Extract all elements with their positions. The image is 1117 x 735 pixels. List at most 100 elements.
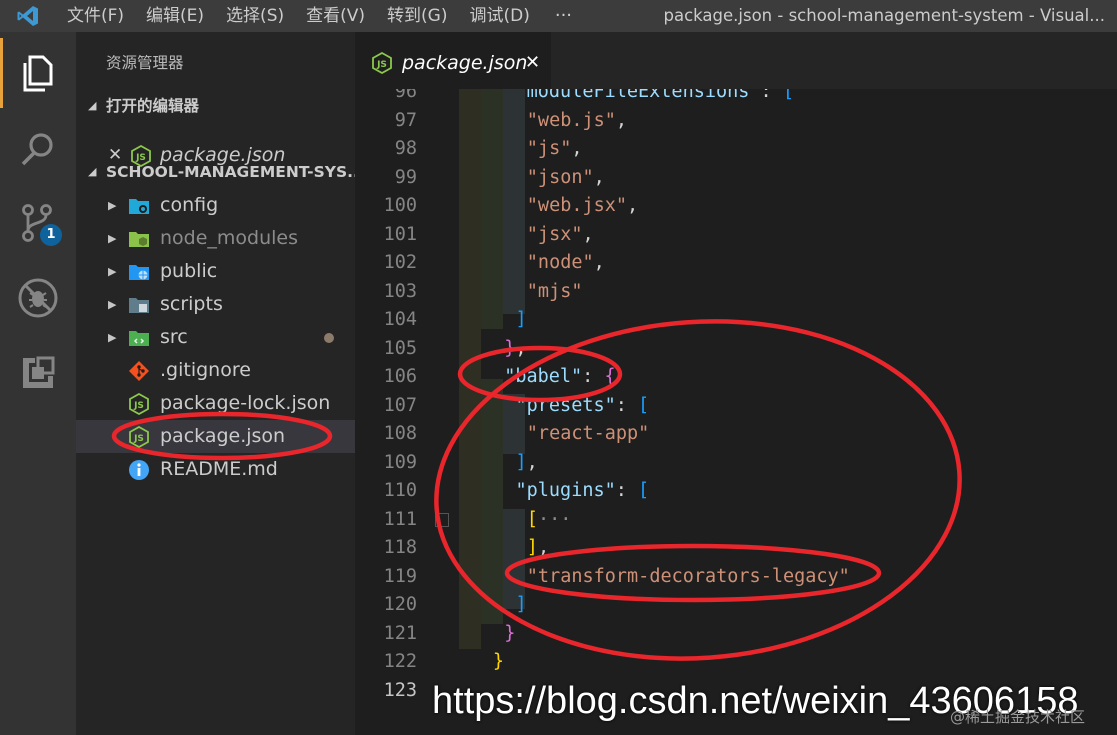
code-token: :: [760, 89, 783, 102]
tree-item-readme-md[interactable]: README.md: [76, 453, 355, 486]
files-icon[interactable]: [0, 38, 76, 108]
code-token: }: [504, 337, 516, 359]
code-token: ]: [515, 309, 527, 330]
code-editor[interactable]: 96 "moduleFileExtensions": [97 "web.js", 98…: [355, 89, 1117, 735]
code-token: }: [492, 651, 505, 672]
menu-view[interactable]: 查看(V): [295, 0, 376, 32]
chevron-right-icon[interactable]: ▶: [108, 255, 116, 288]
code-token: "plugins": [515, 480, 616, 501]
code-text: }: [493, 648, 504, 677]
extensions-icon[interactable]: [0, 338, 76, 408]
tree-item-package-lock-json[interactable]: JS package-lock.json: [76, 387, 355, 420]
tree-item-public[interactable]: ▶ public: [76, 255, 355, 288]
line-number: 111: [383, 508, 417, 530]
code-text: },: [504, 335, 526, 364]
line-number: 98: [394, 138, 417, 159]
tree-item-config[interactable]: ▶ config: [76, 189, 355, 222]
code-line: 120]: [355, 591, 1117, 620]
code-token: "web.jsx": [526, 195, 628, 216]
code-line: 104]: [355, 306, 1117, 335]
menu-more-button[interactable]: ···: [541, 0, 586, 32]
debug-icon[interactable]: [0, 263, 76, 333]
code-line: 106 "babel": {: [355, 363, 1117, 392]
open-editors-header[interactable]: ◢ 打开的编辑器: [76, 90, 355, 122]
svg-text:JS: JS: [133, 401, 144, 411]
chevron-right-icon[interactable]: ▶: [108, 189, 116, 222]
code-token: "json": [526, 166, 594, 188]
code-text: "babel": {: [504, 363, 615, 392]
code-text: "json",: [527, 164, 605, 193]
code-token: ,: [593, 252, 605, 273]
chevron-right-icon[interactable]: ▶: [108, 288, 116, 321]
code-line: 119 "transform-decorators-legacy": [355, 563, 1117, 592]
code-text: [···: [527, 506, 572, 535]
tree-item-label: package-lock.json: [160, 392, 331, 414]
tree-item-src[interactable]: ▶ src: [76, 321, 355, 354]
collapse-arrow-icon: ◢: [88, 165, 97, 178]
tab-close-icon[interactable]: ✕: [525, 32, 540, 94]
code-text: "mjs": [527, 278, 583, 307]
line-number: 122: [383, 651, 417, 672]
menu-edit[interactable]: 编辑(E): [135, 0, 215, 32]
menu-debug[interactable]: 调试(D): [458, 0, 540, 32]
line-number: 118: [383, 537, 417, 558]
tab-label: package.json: [402, 52, 528, 74]
tab-package-json[interactable]: JS package.json ✕: [355, 32, 551, 89]
line-number: 119: [383, 565, 417, 587]
code-text: "presets": [: [516, 392, 650, 421]
code-text: "js",: [527, 135, 583, 164]
svg-text:JS: JS: [133, 434, 144, 444]
active-indicator: [0, 38, 3, 108]
code-line: 118],: [355, 534, 1117, 563]
tree-item-label: public: [160, 260, 218, 282]
menu-go[interactable]: 转到(G): [376, 0, 458, 32]
code-token: ···: [537, 508, 572, 530]
tree-item-package-json[interactable]: JS package.json: [76, 420, 355, 453]
tree-item-label: src: [160, 326, 188, 348]
tree-item-label: scripts: [160, 293, 223, 315]
title-bar: 文件(F) 编辑(E) 选择(S) 查看(V) 转到(G) 调试(D) ··· …: [0, 0, 1117, 32]
code-token: "jsx": [526, 223, 583, 245]
line-number: 110: [383, 480, 417, 501]
chevron-right-icon[interactable]: ▶: [108, 321, 116, 354]
code-token: ,: [571, 138, 583, 159]
line-number: 107: [383, 394, 417, 416]
tree-item-label: node_modules: [160, 227, 299, 249]
code-line: 107 "presets": [: [355, 392, 1117, 421]
code-token: "presets": [515, 394, 616, 416]
tree-item-gitignore[interactable]: .gitignore: [76, 354, 355, 387]
menu-selection[interactable]: 选择(S): [215, 0, 295, 32]
code-text: "web.js",: [527, 107, 627, 136]
code-token: ,: [515, 337, 527, 359]
line-number: 97: [394, 109, 417, 131]
code-line: 109],: [355, 449, 1117, 478]
menu-file[interactable]: 文件(F): [56, 0, 135, 32]
modified-dot-icon: [324, 333, 334, 343]
code-token: ,: [593, 166, 605, 188]
source-control-icon[interactable]: 1: [0, 188, 76, 258]
explorer-title: 资源管理器: [106, 54, 184, 72]
tab-bar: JS package.json ✕: [355, 32, 1117, 89]
tree-item-node-modules[interactable]: ▶ node_modules: [76, 222, 355, 255]
line-number: 96: [394, 89, 417, 102]
window-title: package.json - school-management-system …: [663, 6, 1105, 25]
code-token: :: [615, 480, 639, 501]
line-number: 103: [383, 280, 417, 302]
tree-item-label: config: [160, 194, 219, 216]
vscode-logo-icon[interactable]: [0, 0, 56, 32]
explorer-sidebar: 资源管理器 ◢ 打开的编辑器 ✕ JS package.json ◢ SCHOO…: [76, 32, 365, 735]
search-icon[interactable]: [0, 114, 76, 184]
code-token: [: [638, 480, 650, 501]
line-number: 104: [383, 309, 417, 330]
code-token: "react-app": [526, 423, 650, 444]
project-header[interactable]: ◢ SCHOOL-MANAGEMENT-SYS...: [76, 156, 365, 188]
line-number: 106: [383, 366, 417, 387]
code-token: ,: [627, 195, 639, 216]
code-text: "web.jsx",: [527, 192, 638, 221]
config-folder-icon: [128, 195, 150, 217]
code-token: ,: [537, 537, 550, 558]
code-line: 110 "plugins": [: [355, 477, 1117, 506]
code-token: "web.js": [526, 109, 616, 131]
chevron-right-icon[interactable]: ▶: [108, 222, 116, 255]
tree-item-scripts[interactable]: ▶ scripts: [76, 288, 355, 321]
